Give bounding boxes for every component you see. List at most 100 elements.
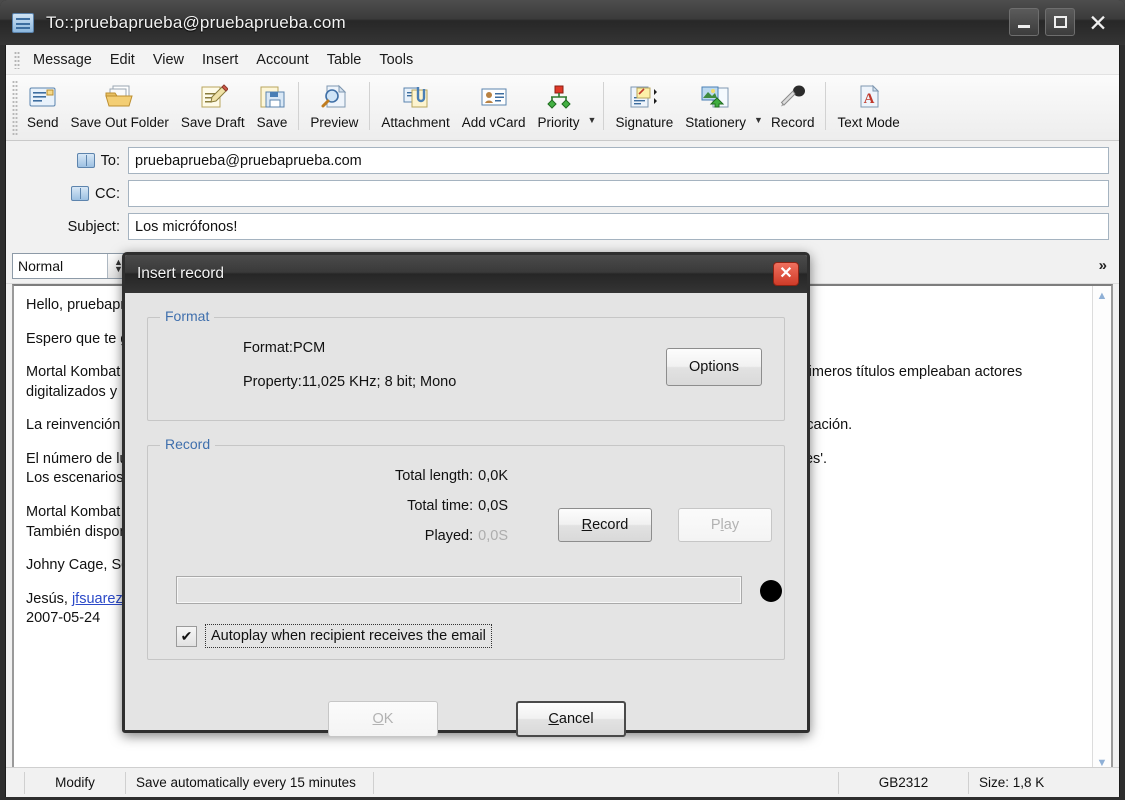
ok-button: OK [328, 701, 438, 737]
contact-card-icon [479, 80, 509, 114]
toolbar-priority-label: Priority [537, 115, 580, 130]
toolbar-attachment-button[interactable]: Attachment [375, 78, 455, 138]
toolbar-save-draft-button[interactable]: Save Draft [175, 78, 251, 138]
total-time-row: Total time: 0,0S [208, 498, 508, 514]
status-bar: Modify Save automatically every 15 minut… [6, 767, 1119, 797]
signature-name: Jesús [26, 590, 64, 607]
cc-label-group: CC: [16, 186, 128, 202]
paperclip-icon [401, 80, 431, 114]
menu-item-edit[interactable]: Edit [101, 49, 144, 71]
record-button[interactable]: Record [558, 508, 652, 542]
total-time-label: Total time: [407, 498, 474, 514]
toolbar-record-button[interactable]: Record [765, 78, 821, 138]
status-autosave: Save automatically every 15 minutes [126, 771, 374, 794]
options-button[interactable]: Options [666, 348, 762, 386]
autoplay-label[interactable]: Autoplay when recipient receives the ema… [205, 624, 492, 648]
toolbar-grip[interactable] [12, 80, 18, 136]
window-titlebar: To::pruebaprueba@pruebaprueba.com ✕ [0, 0, 1125, 45]
toolbar-overflow-chevron-icon[interactable]: » [1099, 257, 1113, 274]
dialog-body: Format Format:PCM Property:11,025 KHz; 8… [125, 293, 807, 737]
play-button-label: Play [710, 517, 740, 533]
toolbar-save-label: Save [256, 115, 288, 130]
toolbar-text-mode-button[interactable]: A Text Mode [831, 78, 905, 138]
record-button-rest: ecord [592, 517, 629, 533]
main-toolbar: Send Save Out Folder Save Draft Save Pre… [6, 75, 1119, 141]
played-value: 0,0S [478, 528, 508, 544]
subject-row: Subject: Los micrófonos! [16, 212, 1109, 241]
priority-dropdown-arrow-icon[interactable]: ▼ [588, 93, 597, 125]
toolbar-attachment-label: Attachment [381, 115, 450, 130]
minimize-button[interactable] [1009, 8, 1039, 36]
send-envelope-icon [28, 80, 58, 114]
played-label: Played: [424, 528, 474, 544]
cancel-button[interactable]: Cancel [516, 701, 626, 737]
address-book-icon[interactable] [71, 186, 90, 201]
menu-item-tools[interactable]: Tools [370, 49, 422, 71]
mail-compose-window: To::pruebaprueba@pruebaprueba.com ✕ Mess… [0, 0, 1125, 800]
toolbar-send-label: Send [27, 115, 59, 130]
close-button[interactable]: ✕ [1081, 8, 1115, 38]
record-dot-icon [760, 580, 782, 602]
mail-window-icon [12, 12, 34, 33]
total-length-label: Total length: [394, 468, 474, 484]
options-button-label: Options [689, 359, 739, 375]
header-fields: To: pruebaprueba@pruebaprueba.com CC: Su… [6, 141, 1119, 248]
subject-label-group: Subject: [16, 219, 128, 235]
toolbar-add-vcard-button[interactable]: Add vCard [456, 78, 532, 138]
record-button-label: Record [581, 517, 629, 533]
floppy-disk-icon [257, 80, 287, 114]
paragraph-style-value: Normal [18, 257, 64, 274]
property-line: Property:11,025 KHz; 8 bit; Mono [243, 374, 457, 390]
autoplay-checkbox[interactable]: ✔ [176, 625, 197, 647]
cc-input[interactable] [128, 180, 1109, 207]
menu-item-table[interactable]: Table [318, 49, 371, 71]
paragraph-style-select[interactable]: Normal ▲ ▼ [12, 252, 130, 279]
toolbar-signature-button[interactable]: Signature [609, 78, 679, 138]
draft-pencil-icon [198, 80, 228, 114]
toolbar-save-out-folder-button[interactable]: Save Out Folder [65, 78, 175, 138]
menu-grip[interactable] [14, 50, 20, 69]
toolbar-separator [603, 82, 605, 130]
autoplay-option[interactable]: ✔ Autoplay when recipient receives the e… [176, 624, 492, 648]
priority-diamonds-icon [543, 80, 575, 114]
toolbar-separator [369, 82, 371, 130]
record-stats: Total length: 0,0K Total time: 0,0S Played… [208, 468, 508, 558]
toolbar-add-vcard-label: Add vCard [461, 115, 526, 130]
scroll-up-icon[interactable]: ▲ [1093, 286, 1111, 305]
status-size: Size: 1,8 K [979, 775, 1045, 790]
format-line: Format:PCM [243, 340, 326, 356]
status-spacer [374, 771, 839, 794]
insert-record-dialog: Insert record ✕ Format Format:PCM Proper… [122, 252, 810, 737]
stationery-dropdown-arrow-icon[interactable]: ▼ [754, 93, 763, 125]
menu-item-insert[interactable]: Insert [193, 49, 247, 71]
window-title: To::pruebaprueba@pruebaprueba.com [46, 12, 346, 32]
menu-item-message[interactable]: Message [24, 49, 101, 71]
svg-text:A: A [863, 91, 874, 107]
toolbar-save-button[interactable]: Save [251, 78, 294, 138]
toolbar-send-button[interactable]: Send [21, 78, 65, 138]
cc-label: CC: [95, 185, 120, 202]
to-label-group: To: [16, 153, 128, 169]
toolbar-priority-button[interactable]: Priority [532, 78, 586, 138]
dialog-close-button[interactable]: ✕ [773, 262, 799, 286]
menu-item-view[interactable]: View [144, 49, 193, 71]
record-progress-bar [176, 576, 742, 604]
toolbar-separator [825, 82, 827, 130]
address-book-icon[interactable] [76, 153, 95, 168]
magnifier-page-icon [319, 80, 349, 114]
menu-item-account[interactable]: Account [247, 49, 317, 71]
status-modify: Modify [24, 771, 126, 794]
window-controls: ✕ [1009, 8, 1115, 38]
subject-input[interactable]: Los micrófonos! [128, 213, 1109, 240]
format-info: Format:PCM Property:11,025 KHz; 8 bit; M… [243, 340, 456, 408]
toolbar-preview-button[interactable]: Preview [304, 78, 364, 138]
maximize-button[interactable] [1045, 8, 1075, 36]
cancel-button-label: Cancel [548, 711, 594, 727]
played-row: Played: 0,0S [208, 528, 508, 544]
signature-note-icon [628, 80, 660, 114]
toolbar-stationery-button[interactable]: Stationery [679, 78, 752, 138]
total-length-row: Total length: 0,0K [208, 468, 508, 484]
body-vertical-scrollbar[interactable]: ▲ ▼ [1092, 286, 1111, 772]
cc-row: CC: [16, 179, 1109, 208]
to-input[interactable]: pruebaprueba@pruebaprueba.com [128, 147, 1109, 174]
